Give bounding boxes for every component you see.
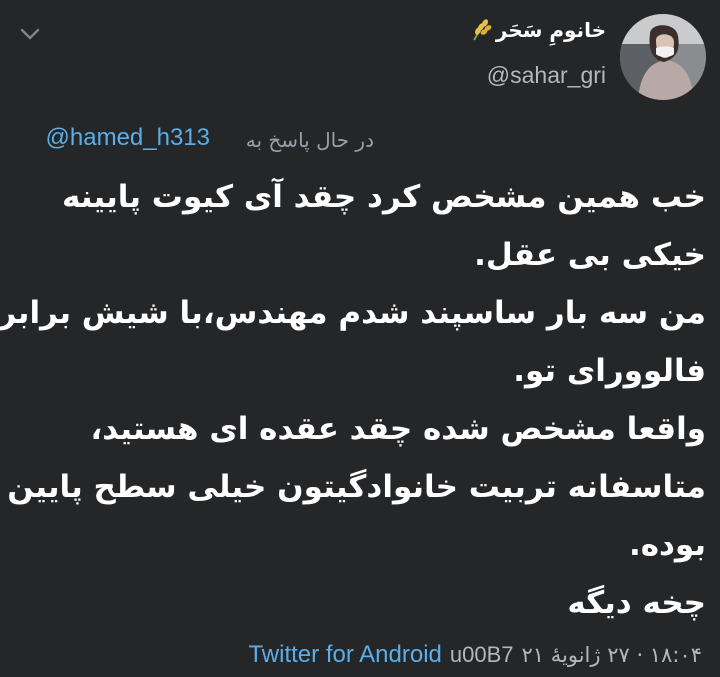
author-handle[interactable]: @sahar_gri (487, 62, 606, 89)
avatar[interactable] (620, 14, 706, 100)
tweet-card: خانومِ سَحَر @sahar_gri در حال پاسخ به @… (0, 0, 720, 677)
reply-context: در حال پاسخ به @hamed_h313 (46, 124, 374, 152)
display-name[interactable]: خانومِ سَحَر (496, 18, 606, 42)
tweet-footer: ۱۸:۰۴ · ۲۷ ژانویهٔ ۲۱ u00B7 Twitter for … (248, 641, 702, 669)
reply-label: در حال پاسخ به (245, 128, 374, 152)
tweet-line: متاسفانه تربیت خانوادگیتون خیلی سطح پایی… (7, 469, 706, 505)
footer-separator: u00B7 (449, 642, 514, 667)
chevron-down-icon[interactable] (18, 24, 42, 44)
tweet-text: خب همین مشخص کرد چقد آی کیوت پایینه خیکی… (0, 168, 706, 632)
tweet-line: چخه دیگه (567, 585, 706, 621)
tweet-line: بوده. (628, 527, 706, 563)
tweet-line: خیکی بی عقل. (474, 237, 706, 273)
tweet-line: واقعا مشخص شده چقد عقده ای هستید، (90, 411, 706, 447)
profile-photo (620, 14, 706, 100)
author-name-row[interactable]: خانومِ سَحَر (470, 18, 606, 42)
rice-ear-icon (470, 18, 492, 42)
timestamp[interactable]: ۱۸:۰۴ · ۲۷ ژانویهٔ ۲۱ (522, 643, 702, 667)
source-link[interactable]: Twitter for Android (248, 641, 441, 669)
tweet-line: خب همین مشخص کرد چقد آی کیوت پایینه (61, 179, 706, 215)
tweet-line: فالوورای تو. (513, 353, 706, 389)
reply-to-handle[interactable]: @hamed_h313 (46, 124, 210, 152)
tweet-line: من سه بار ساسپند شدم مهندس،با شیش برابر (0, 295, 706, 331)
